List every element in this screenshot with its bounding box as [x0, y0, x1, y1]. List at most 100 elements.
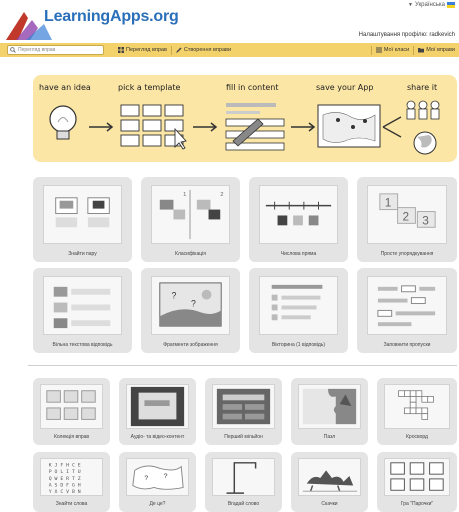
template-tile[interactable]: Скачки — [291, 452, 368, 512]
grid-icon — [118, 47, 124, 53]
template-thumbnail — [126, 384, 189, 429]
template-tile[interactable]: Колекція вправ — [33, 378, 110, 445]
dropdown-icon: ▼ — [408, 2, 413, 8]
template-thumbnail — [298, 384, 361, 429]
template-name: Заповнити пропуски — [383, 342, 431, 348]
template-thumbnail — [384, 384, 450, 429]
template-tile[interactable]: ?? Фрагменти зображення — [141, 268, 240, 353]
template-thumbnail — [40, 384, 103, 429]
template-tile[interactable]: K J F H C E P O L I T U Q W E R T Z A S … — [33, 452, 110, 512]
template-tile[interactable]: Вікторина (1 відповідь) — [249, 268, 348, 353]
template-thumbnail — [298, 458, 361, 496]
template-tile[interactable]: 12 Класифікація — [141, 177, 240, 262]
people-icon — [406, 100, 440, 120]
svg-text:2: 2 — [220, 192, 223, 198]
template-name: Знайти пару — [68, 251, 97, 257]
nav-browse-apps[interactable]: Перегляд вправ — [114, 47, 171, 53]
template-thumbnail: 12 — [151, 185, 230, 244]
template-name: Де це? — [149, 501, 166, 507]
globe-icon — [413, 131, 437, 155]
header: LearningApps.org ▼ Українська Налаштуван… — [0, 0, 459, 42]
template-name: Кросворд — [406, 434, 428, 440]
template-thumbnail — [212, 384, 275, 429]
svg-text:1: 1 — [385, 196, 392, 210]
flag-icon — [447, 2, 455, 8]
template-thumbnail: 1 2 3 — [367, 185, 447, 244]
svg-text:2: 2 — [403, 209, 410, 223]
svg-text:?: ? — [164, 473, 168, 480]
template-tile[interactable]: Вгадай слово — [205, 452, 282, 512]
nav-label: Створення вправи — [183, 47, 232, 53]
svg-text:A S D F G H: A S D F G H — [49, 483, 81, 489]
template-tile[interactable]: Знайти пару — [33, 177, 132, 262]
nav-create-app[interactable]: Створення вправи — [172, 47, 235, 53]
template-name: Просте упорядкування — [380, 251, 434, 257]
template-tile[interactable]: Вільна текстова відповідь — [33, 268, 132, 353]
svg-text:P O L I T U: P O L I T U — [49, 469, 81, 475]
navbar: Перегляд вправ Перегляд вправ Створення … — [0, 43, 459, 57]
how-it-works-banner: have an idea pick a template fill in con… — [33, 75, 457, 162]
template-tile[interactable]: 1 2 3 Просте упорядкування — [357, 177, 457, 262]
template-name: Вгадай слово — [227, 501, 260, 507]
template-name: Вікторина (1 відповідь) — [271, 342, 326, 348]
folder-icon — [418, 48, 425, 53]
svg-text:?: ? — [171, 291, 176, 301]
template-tile[interactable]: Перший мільйон — [205, 378, 282, 445]
lightbulb-icon — [49, 105, 77, 140]
template-tile[interactable]: Числова пряма — [249, 177, 348, 262]
template-name: Колекція вправ — [53, 434, 90, 440]
template-grid-icon — [120, 104, 187, 150]
search-placeholder: Перегляд вправ — [18, 47, 56, 53]
nav-label: Мої вправи — [426, 47, 455, 53]
banner-illustration — [49, 100, 440, 155]
language-selector[interactable]: ▼ Українська — [408, 2, 455, 8]
template-tile[interactable]: Кросворд — [377, 378, 457, 445]
template-thumbnail — [259, 185, 338, 244]
template-name: Аудіо- та відео-контент — [130, 434, 185, 440]
template-thumbnail: ?? — [126, 458, 189, 496]
template-name: Знайти слова — [55, 501, 88, 507]
svg-text:?: ? — [191, 298, 196, 308]
nav-my-classes[interactable]: Мої класи — [372, 47, 413, 53]
search-input[interactable]: Перегляд вправ — [7, 45, 104, 55]
nav-label: Перегляд вправ — [126, 47, 167, 53]
svg-text:Q W E R T Z: Q W E R T Z — [49, 476, 81, 482]
template-thumbnail: K J F H C E P O L I T U Q W E R T Z A S … — [40, 458, 103, 496]
template-thumbnail — [367, 276, 447, 335]
svg-text:K J F H C E: K J F H C E — [49, 463, 81, 469]
template-name: Перший мільйон — [224, 434, 263, 440]
template-thumbnail — [43, 276, 122, 335]
template-thumbnail: ?? — [151, 276, 230, 335]
list-icon — [375, 47, 382, 53]
search-icon — [10, 47, 16, 53]
map-app-icon — [317, 104, 381, 148]
profile-link[interactable]: Налаштування профілю: radkevich — [359, 32, 455, 38]
template-name: Класифікація — [175, 251, 206, 257]
template-name: Скачки — [321, 501, 338, 507]
pencil-icon — [175, 47, 182, 53]
template-tile[interactable]: Заповнити пропуски — [357, 268, 457, 353]
template-name: Гра "Парочки" — [400, 501, 434, 507]
svg-text:1: 1 — [183, 192, 186, 198]
template-name: Фрагменти зображення — [163, 342, 218, 348]
template-thumbnail — [43, 185, 122, 244]
template-name: Пазл — [323, 434, 336, 440]
nav-my-apps[interactable]: Мої вправи — [414, 47, 459, 53]
template-tile[interactable]: Гра "Парочки" — [377, 452, 457, 512]
logo-text[interactable]: LearningApps.org — [44, 8, 179, 26]
svg-text:Y X C V B N: Y X C V B N — [49, 489, 81, 495]
template-thumbnail — [259, 276, 338, 335]
template-name: Вільна текстова відповідь — [52, 342, 113, 348]
nav-label: Мої класи — [383, 47, 410, 53]
language-label: Українська — [414, 2, 445, 8]
section-divider — [28, 365, 457, 366]
template-tile[interactable]: Пазл — [291, 378, 368, 445]
template-tile[interactable]: ?? Де це? — [119, 452, 196, 512]
template-tile[interactable]: Аудіо- та відео-контент — [119, 378, 196, 445]
svg-text:3: 3 — [422, 213, 429, 227]
template-thumbnail — [212, 458, 275, 496]
content-form-icon — [225, 103, 285, 151]
arrow-icon — [382, 116, 402, 128]
template-name: Числова пряма — [280, 251, 317, 257]
svg-text:?: ? — [144, 475, 148, 482]
